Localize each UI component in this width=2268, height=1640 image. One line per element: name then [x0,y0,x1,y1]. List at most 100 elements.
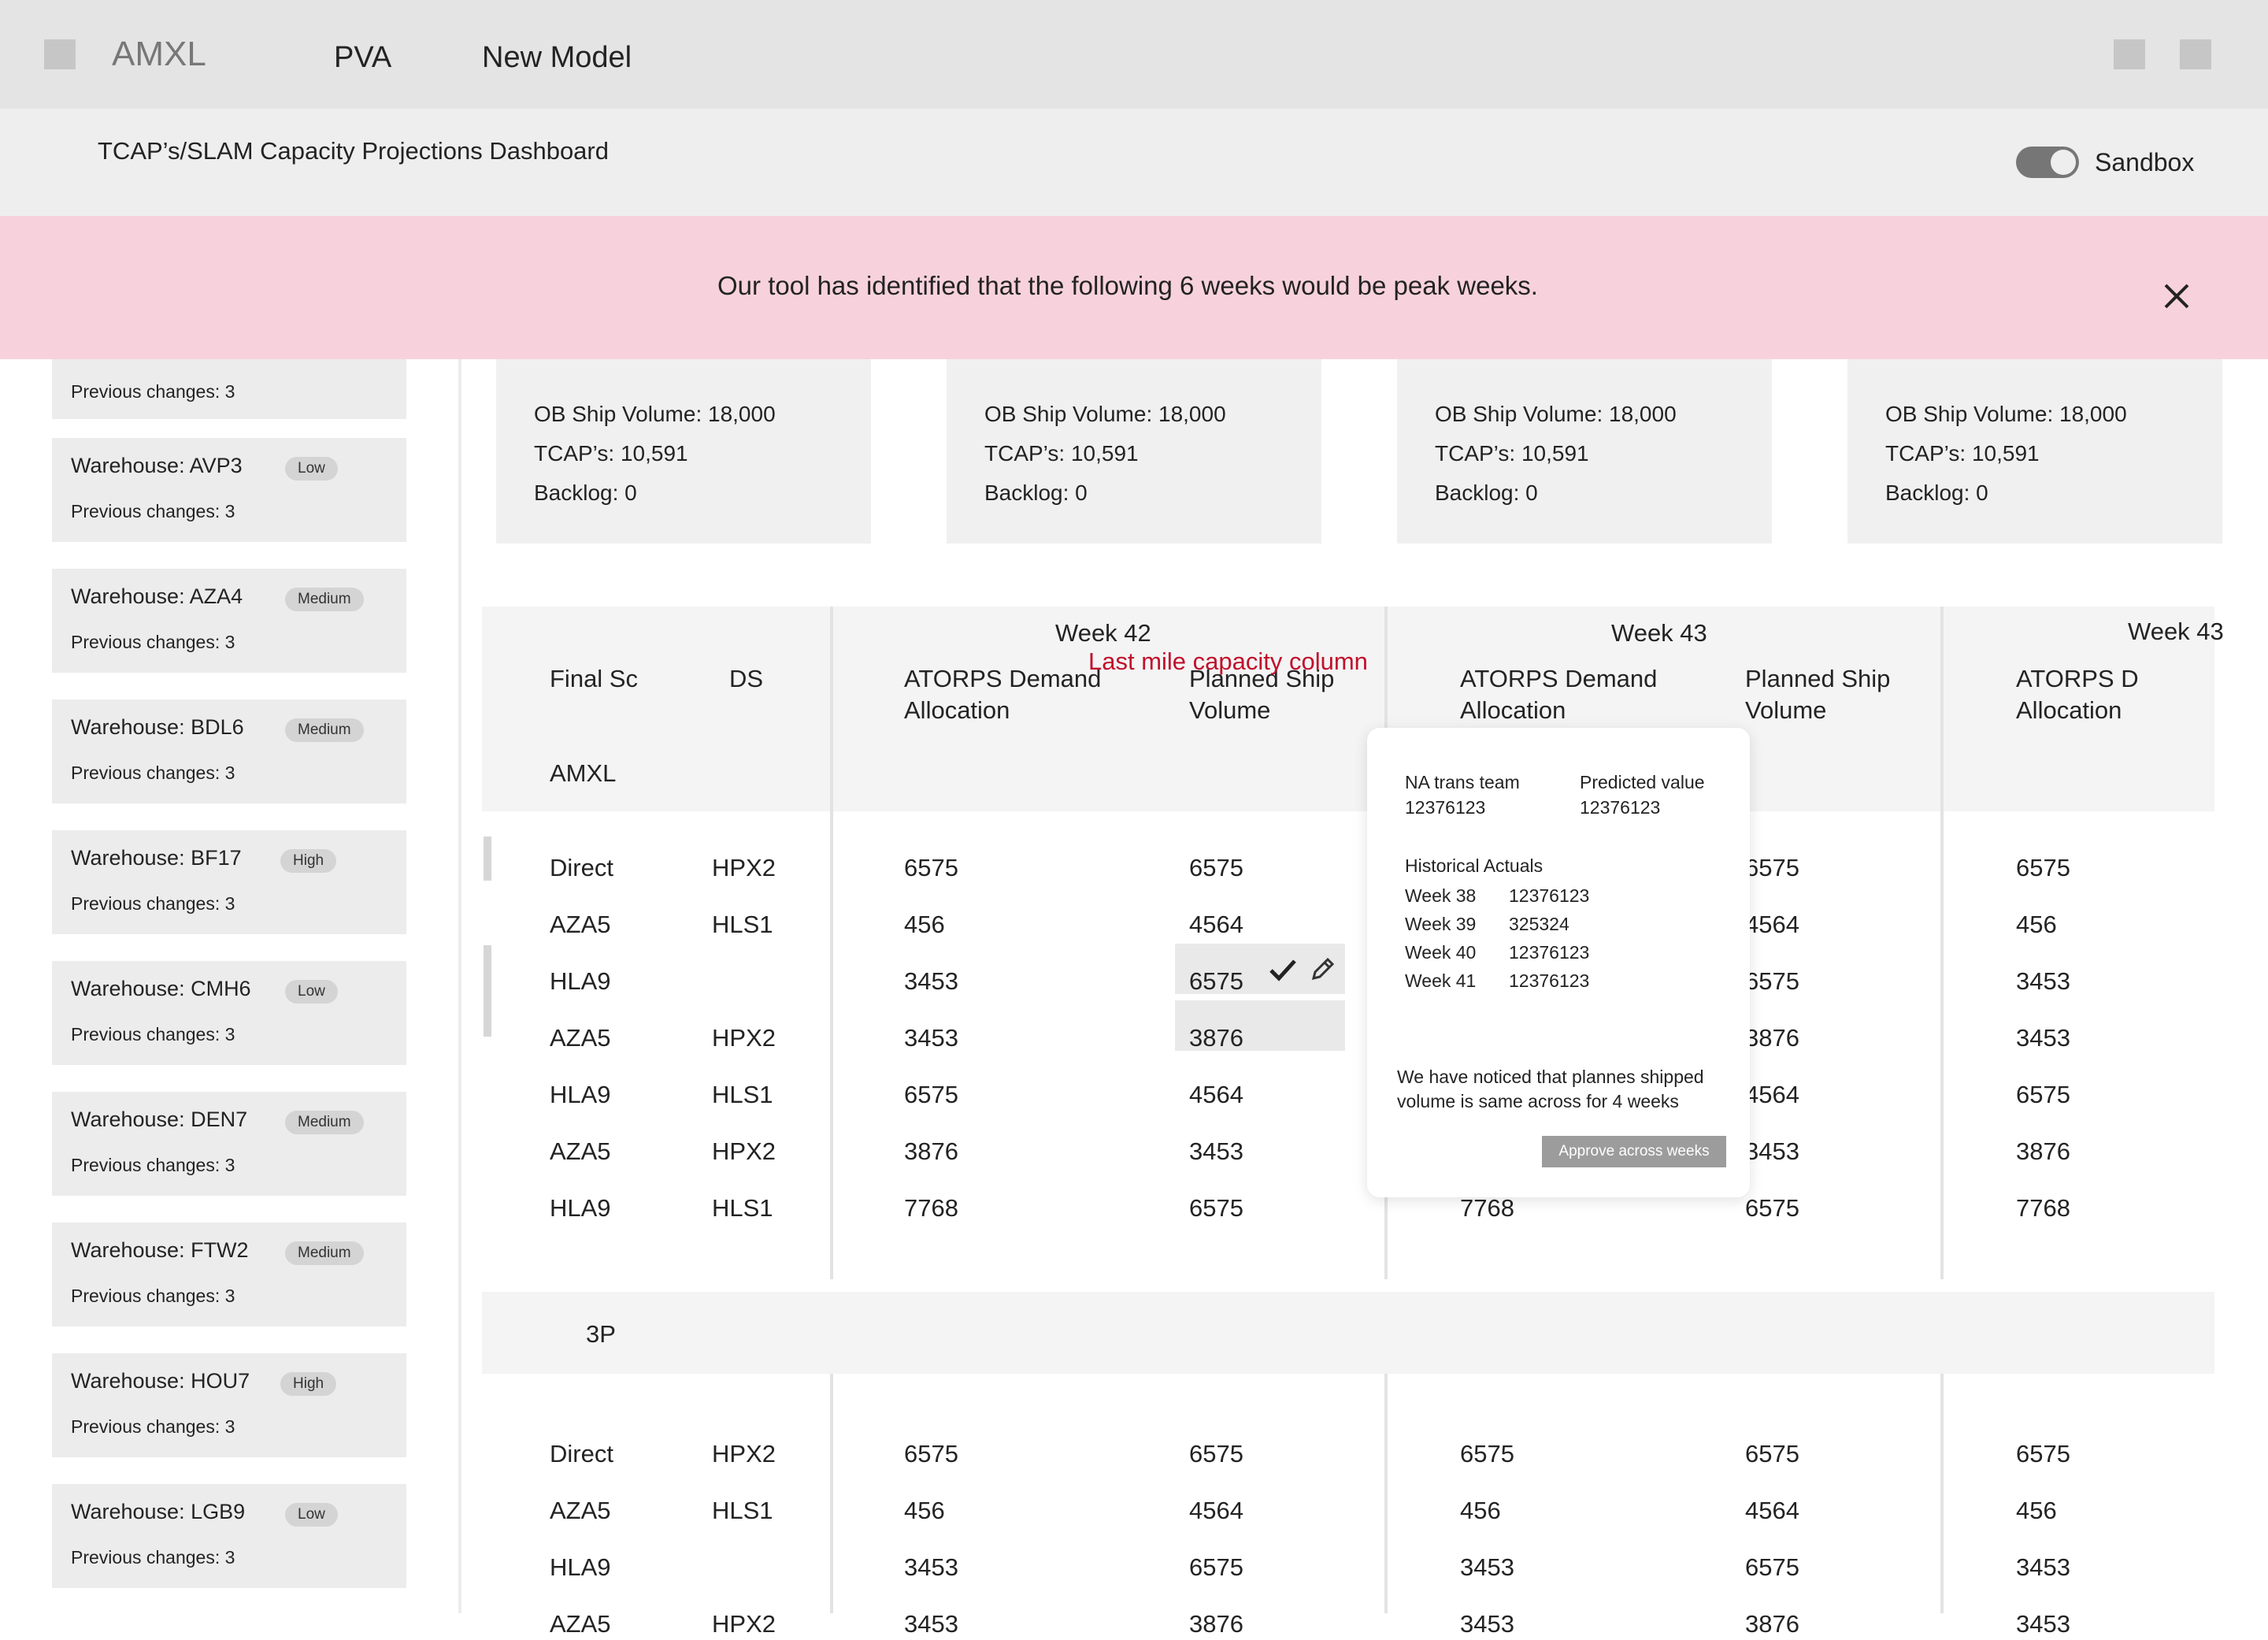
cell-planned-ship-volume[interactable]: 6575 [1745,966,1799,997]
cell-atorps-demand: 7768 [2016,1194,2070,1222]
cell-planned-ship-volume[interactable]: 4564 [1745,1079,1799,1111]
cell-planned-ship-volume[interactable]: 3453 [1745,1136,1799,1167]
warehouse-card[interactable]: Warehouse: DEN7 Medium Previous changes: 3 [52,1092,406,1196]
cell-final-sc: AZA5 [550,911,611,938]
header-planned-ship-volume[interactable]: Planned Ship Volume [1745,663,1926,726]
header-final-sc[interactable]: Final Sc [550,663,638,695]
priority-badge: Low [285,457,338,480]
previous-changes: Previous changes: 3 [71,1547,235,1568]
warehouse-card[interactable]: Warehouse: HOU7 High Previous changes: 3 [52,1353,406,1457]
banner-message: Our tool has identified that the followi… [717,271,1538,300]
settings-square-icon[interactable] [2180,39,2211,69]
warehouse-card[interactable]: Warehouse: AVP3 Low Previous changes: 3 [52,438,406,542]
team-value: 12376123 [1405,797,1486,818]
cell-atorps-demand: 6575 [1460,1440,1514,1467]
previous-changes: Previous changes: 3 [71,1024,235,1044]
close-icon[interactable] [2161,280,2192,312]
kpi-card[interactable]: OB Ship Volume: 18,000 TCAP’s: 10,591 Back… [1397,359,1772,544]
cell-atorps-demand: 456 [2016,1497,2057,1524]
cell-planned-ship-volume[interactable]: 3876 [1189,1022,1243,1054]
cell-final-sc: Direct [550,1440,613,1467]
nav-item-pva[interactable]: PVA [334,41,391,75]
app-logo[interactable]: AMXL [112,35,206,74]
priority-badge: High [280,1372,337,1396]
cell-planned-ship-volume[interactable]: 6575 [1189,1552,1243,1583]
cell-planned-ship-volume[interactable]: 6575 [1745,1193,1799,1224]
warehouse-card[interactable]: Warehouse: AZA4 Medium Previous changes: 3 [52,569,406,673]
cell-planned-ship-volume[interactable]: 6575 [1745,1438,1799,1470]
edit-pencil-icon[interactable] [1309,956,1336,983]
warehouse-sidebar: Previous changes: 3 Warehouse: AVP3 Low Pr… [0,359,461,1613]
column-divider [1940,1374,1944,1613]
kpi-card[interactable]: OB Ship Volume: 18,000 TCAP’s: 10,591 Back… [496,359,871,544]
cell-atorps-demand: 3453 [2016,1610,2070,1638]
cell-planned-ship-volume[interactable]: 6575 [1189,1438,1243,1470]
header-ds[interactable]: DS [729,663,763,695]
ob-ship-volume: OB Ship Volume: 18,000 [1885,402,2127,426]
cell-atorps-demand: 3453 [2016,1024,2070,1052]
cell-planned-ship-volume[interactable]: 6575 [1189,1193,1243,1224]
predicted-label: Predicted value [1580,772,1705,792]
cell-atorps-demand: 3453 [904,1024,958,1052]
cell-atorps-demand: 6575 [904,1440,958,1467]
cell-planned-ship-volume[interactable]: 3453 [1189,1136,1243,1167]
cell-planned-ship-volume[interactable]: 3876 [1745,1608,1799,1640]
warehouse-card[interactable]: Warehouse: CMH6 Low Previous changes: 3 [52,961,406,1065]
cell-planned-ship-volume[interactable]: 4564 [1189,1495,1243,1527]
cell-planned-ship-volume[interactable]: 3876 [1745,1022,1799,1054]
history-week: Week 40 [1405,942,1477,963]
warehouse-card[interactable]: Warehouse: FTW2 Medium Previous changes: 3 [52,1223,406,1326]
cell-planned-ship-volume[interactable]: 6575 [1745,852,1799,884]
user-square-icon[interactable] [2114,39,2145,69]
cell-final-sc: AZA5 [550,1024,611,1052]
cell-planned-ship-volume[interactable]: 4564 [1745,1495,1799,1527]
cell-atorps-demand: 456 [2016,911,2057,938]
peak-weeks-banner: Our tool has identified that the followi… [0,216,2268,359]
cell-atorps-demand: 3876 [904,1137,958,1165]
warehouse-card[interactable]: Warehouse: BF17 High Previous changes: 3 [52,830,406,934]
sandbox-toggle[interactable] [2016,147,2079,178]
cell-atorps-demand: 6575 [2016,1081,2070,1108]
backlog-value: Backlog: 0 [1885,480,1988,505]
group-label-amxl[interactable]: AMXL [550,758,616,789]
backlog-value: Backlog: 0 [984,480,1088,505]
nav-item-new-model[interactable]: New Model [482,41,632,75]
tcaps-value: TCAP’s: 10,591 [534,441,688,466]
history-week: Week 38 [1405,885,1477,906]
cell-final-sc: Direct [550,854,613,881]
cell-planned-ship-volume[interactable]: 4564 [1189,1079,1243,1111]
approve-across-weeks-button[interactable]: Approve across weeks [1542,1136,1726,1167]
warehouse-name: Warehouse: DEN7 [71,1108,248,1131]
kpi-card[interactable]: OB Ship Volume: 18,000 TCAP’s: 10,591 Back… [1847,359,2222,544]
kpi-card[interactable]: OB Ship Volume: 18,000 TCAP’s: 10,591 Back… [947,359,1321,544]
annotation-last-mile-capacity: Last mile capacity column [1088,647,1368,675]
cell-planned-ship-volume[interactable]: 3876 [1189,1608,1243,1640]
cell-planned-ship-volume[interactable]: 4564 [1745,909,1799,941]
header-atorps-demand-allocation[interactable]: ATORPS Demand Allocation [1460,663,1696,726]
tcaps-value: TCAP’s: 10,591 [984,441,1139,466]
ob-ship-volume: OB Ship Volume: 18,000 [534,402,776,426]
warehouse-card[interactable]: Previous changes: 3 [52,359,406,419]
week-label-partial: Week 43 [2128,618,2224,645]
warehouse-card[interactable]: Warehouse: BDL6 Medium Previous changes: 3 [52,699,406,803]
tcaps-value: TCAP’s: 10,591 [1885,441,2040,466]
popover-note: We have noticed that plannes shipped vol… [1397,1067,1704,1111]
cell-planned-ship-volume[interactable]: 6575 [1745,1552,1799,1583]
cell-atorps-demand: 456 [904,1497,945,1524]
cell-ds: HPX2 [712,1610,776,1638]
predicted-value: 12376123 [1580,797,1661,818]
cell-planned-ship-volume[interactable]: 6575 [1189,966,1243,997]
cell-atorps-demand: 3453 [904,1610,958,1638]
previous-changes: Previous changes: 3 [71,1155,235,1175]
cell-atorps-demand: 456 [1460,1497,1501,1524]
warehouse-card[interactable]: Warehouse: LGB9 Low Previous changes: 3 [52,1484,406,1588]
check-icon[interactable] [1268,956,1298,983]
warehouse-name: Warehouse: FTW2 [71,1238,249,1262]
cell-planned-ship-volume[interactable]: 4564 [1189,909,1243,941]
menu-square-icon[interactable] [44,39,76,69]
previous-changes: Previous changes: 3 [71,632,235,652]
group-label-3p[interactable]: 3P [586,1319,616,1350]
cell-planned-ship-volume[interactable]: 6575 [1189,852,1243,884]
group-row-amxl [482,728,2214,811]
header-atorps-demand-allocation[interactable]: ATORPS D Allocation [2016,663,2197,726]
